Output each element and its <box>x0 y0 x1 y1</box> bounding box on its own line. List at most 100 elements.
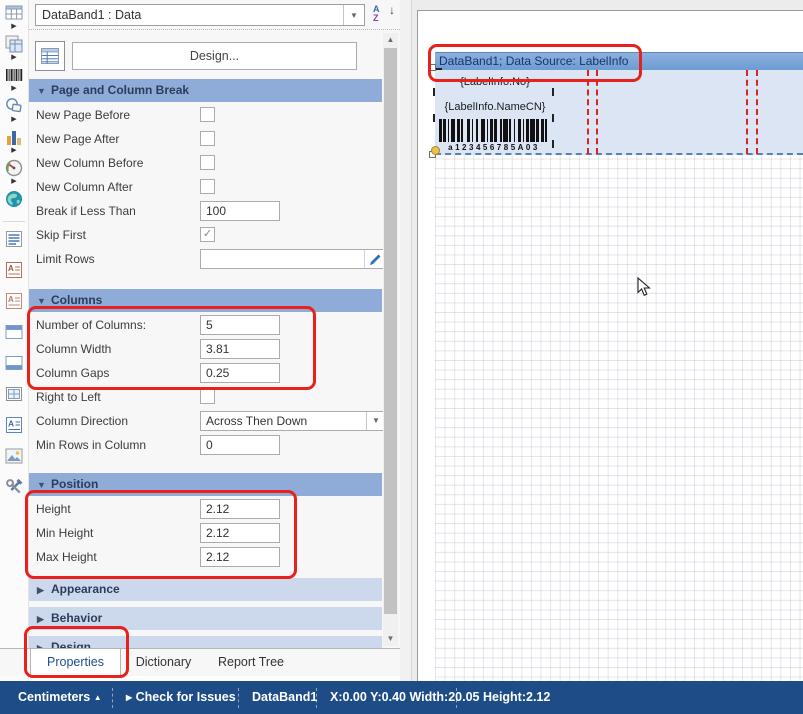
checkbox-right-to-left[interactable] <box>200 389 215 404</box>
property-label: Break if Less Than <box>36 199 136 223</box>
gauge-icon <box>4 158 24 178</box>
checkbox-new-page-before[interactable] <box>200 107 215 122</box>
tab-dictionary[interactable]: Dictionary <box>121 649 206 676</box>
toolbox-map-button[interactable] <box>0 186 28 217</box>
toolbox-image-button[interactable] <box>0 443 28 474</box>
tab-report-tree[interactable]: Report Tree <box>206 649 296 676</box>
checkbox-new-page-after[interactable] <box>200 131 215 146</box>
edit-expression-button[interactable] <box>364 250 385 268</box>
input-min-rows-in-column[interactable]: 0 <box>200 435 280 455</box>
toolbox-barcode-button[interactable]: ▶ <box>0 62 28 93</box>
toolbox-panel-top-button[interactable] <box>0 319 28 350</box>
az-sort-button[interactable]: A Z ↓ <box>373 5 397 25</box>
toolbox-text-in-cells-button[interactable] <box>0 381 28 412</box>
cross-tab-icon <box>4 34 24 54</box>
property-row-column-width: Column Width3.81 <box>29 337 382 361</box>
resize-tick <box>433 88 435 96</box>
input-limit-rows[interactable] <box>200 249 386 269</box>
toolbox-gauge-button[interactable]: ▶ <box>0 155 28 186</box>
field-labelinfo-no[interactable]: {LabelInfo.No} <box>435 76 555 88</box>
toolbox-rich-text-button[interactable]: A <box>0 257 28 288</box>
design-canvas[interactable]: DataBand1; Data Source: LabelInfo {Label… <box>400 0 803 681</box>
flyout-arrow-icon[interactable]: ▶ <box>0 178 28 186</box>
toolbox-tools-button[interactable] <box>0 474 28 505</box>
barcode-object[interactable] <box>439 119 551 142</box>
checkbox-new-column-after[interactable] <box>200 179 215 194</box>
section-header-position[interactable]: ▼Position <box>29 473 382 496</box>
text-icon <box>4 229 24 249</box>
divider <box>29 29 400 30</box>
chevron-down-icon[interactable]: ▼ <box>343 5 364 25</box>
scrollbar-thumb[interactable] <box>384 48 397 614</box>
input-column-gaps[interactable]: 0.25 <box>200 363 280 383</box>
field-value: 2.12 <box>206 524 279 542</box>
flyout-arrow-icon[interactable]: ▶ <box>0 85 28 93</box>
property-label: Limit Rows <box>36 247 95 271</box>
property-label: Min Height <box>36 521 93 545</box>
input-break-if-less-than[interactable]: 100 <box>200 201 280 221</box>
field-labelinfo-namecn[interactable]: {LabelInfo.NameCN} <box>435 101 555 113</box>
toolbox-shape-button[interactable]: ▶ <box>0 93 28 124</box>
checkbox-skip-first[interactable]: ✓ <box>200 227 215 242</box>
toolbox-html-text-button[interactable]: A <box>0 288 28 319</box>
section-toggle-icon: ▶ <box>37 637 51 648</box>
scroll-down-icon[interactable]: ▼ <box>383 632 398 646</box>
property-row-limit-rows: Limit Rows <box>29 247 382 271</box>
statusbar-divider <box>238 688 239 708</box>
section-header-design[interactable]: ▶Design <box>29 636 382 648</box>
input-number-of-columns[interactable]: 5 <box>200 315 280 335</box>
units-selector[interactable]: Centimeters ▲ <box>18 681 102 714</box>
section-toggle-icon: ▶ <box>37 608 51 631</box>
toolbox-text-button[interactable] <box>0 226 28 257</box>
statusbar-divider <box>112 688 113 708</box>
component-selector-dropdown[interactable]: DataBand1 : Data ▼ <box>35 4 365 26</box>
section-header-appearance[interactable]: ▶Appearance <box>29 578 382 601</box>
panel-splitter[interactable] <box>400 0 412 681</box>
field-value: 2.12 <box>206 500 279 518</box>
property-row-break-if-less-than: Break if Less Than 100 <box>29 199 382 223</box>
toolbox-table-button[interactable]: ▶ <box>0 0 28 31</box>
status-bar: Centimeters ▲ ▶ Check for Issues DataBan… <box>0 681 803 714</box>
checkbox-new-column-before[interactable] <box>200 155 215 170</box>
sort-z-letter: Z <box>373 13 379 23</box>
section-header-page-and-column-break[interactable]: ▼Page and Column Break <box>29 79 382 102</box>
property-row-skip-first: Skip First✓ <box>29 223 382 247</box>
property-row-height: Height2.12 <box>29 497 382 521</box>
scroll-up-icon[interactable]: ▲ <box>383 33 398 47</box>
property-label: New Page After <box>36 127 119 151</box>
toolbox-panel-bottom-button[interactable] <box>0 350 28 381</box>
design-button[interactable]: Design... <box>72 42 357 70</box>
selection-handle[interactable] <box>429 64 436 71</box>
check-for-issues-button[interactable]: ▶ Check for Issues <box>126 681 236 714</box>
input-max-height[interactable]: 2.12 <box>200 547 280 567</box>
column-guide-line <box>756 70 758 154</box>
toolbox-text-object-button[interactable]: A <box>0 412 28 443</box>
flyout-arrow-icon[interactable]: ▶ <box>0 116 28 124</box>
flyout-arrow-icon[interactable]: ▶ <box>0 147 28 155</box>
databand-header[interactable]: DataBand1; Data Source: LabelInfo <box>435 52 803 70</box>
resize-tick <box>552 114 554 122</box>
property-label: Column Direction <box>36 409 128 433</box>
text-object-icon: A <box>4 415 24 435</box>
flyout-arrow-icon[interactable]: ▶ <box>0 23 28 31</box>
toolbox-cross-tab-button[interactable]: ▶ <box>0 31 28 62</box>
input-height[interactable]: 2.12 <box>200 499 280 519</box>
toolbox-chart-button[interactable]: ▶ <box>0 124 28 155</box>
input-min-height[interactable]: 2.12 <box>200 523 280 543</box>
section-header-behavior[interactable]: ▶Behavior <box>29 607 382 630</box>
position-readout: X:0.00 Y:0.40 Width:20.05 Height:2.12 <box>330 681 550 714</box>
dropdown-column-direction[interactable]: Across Then Down▼ <box>200 411 386 431</box>
panel-bottom-icon <box>4 353 24 373</box>
field-value: 0 <box>206 436 279 454</box>
mouse-cursor-icon <box>637 277 653 297</box>
property-grid-view-button[interactable] <box>35 41 65 71</box>
property-label: New Column After <box>36 175 133 199</box>
tab-properties[interactable]: Properties <box>30 649 121 676</box>
input-column-width[interactable]: 3.81 <box>200 339 280 359</box>
panel-scrollbar[interactable]: ▲ ▼ <box>383 33 398 646</box>
label-cell[interactable]: {LabelInfo.No} {LabelInfo.NameCN} a12345… <box>435 70 555 153</box>
flyout-arrow-icon[interactable]: ▶ <box>0 54 28 62</box>
section-title: Position <box>51 477 98 491</box>
section-header-columns[interactable]: ▼Columns <box>29 289 382 312</box>
sort-down-arrow-icon: ↓ <box>389 6 395 15</box>
